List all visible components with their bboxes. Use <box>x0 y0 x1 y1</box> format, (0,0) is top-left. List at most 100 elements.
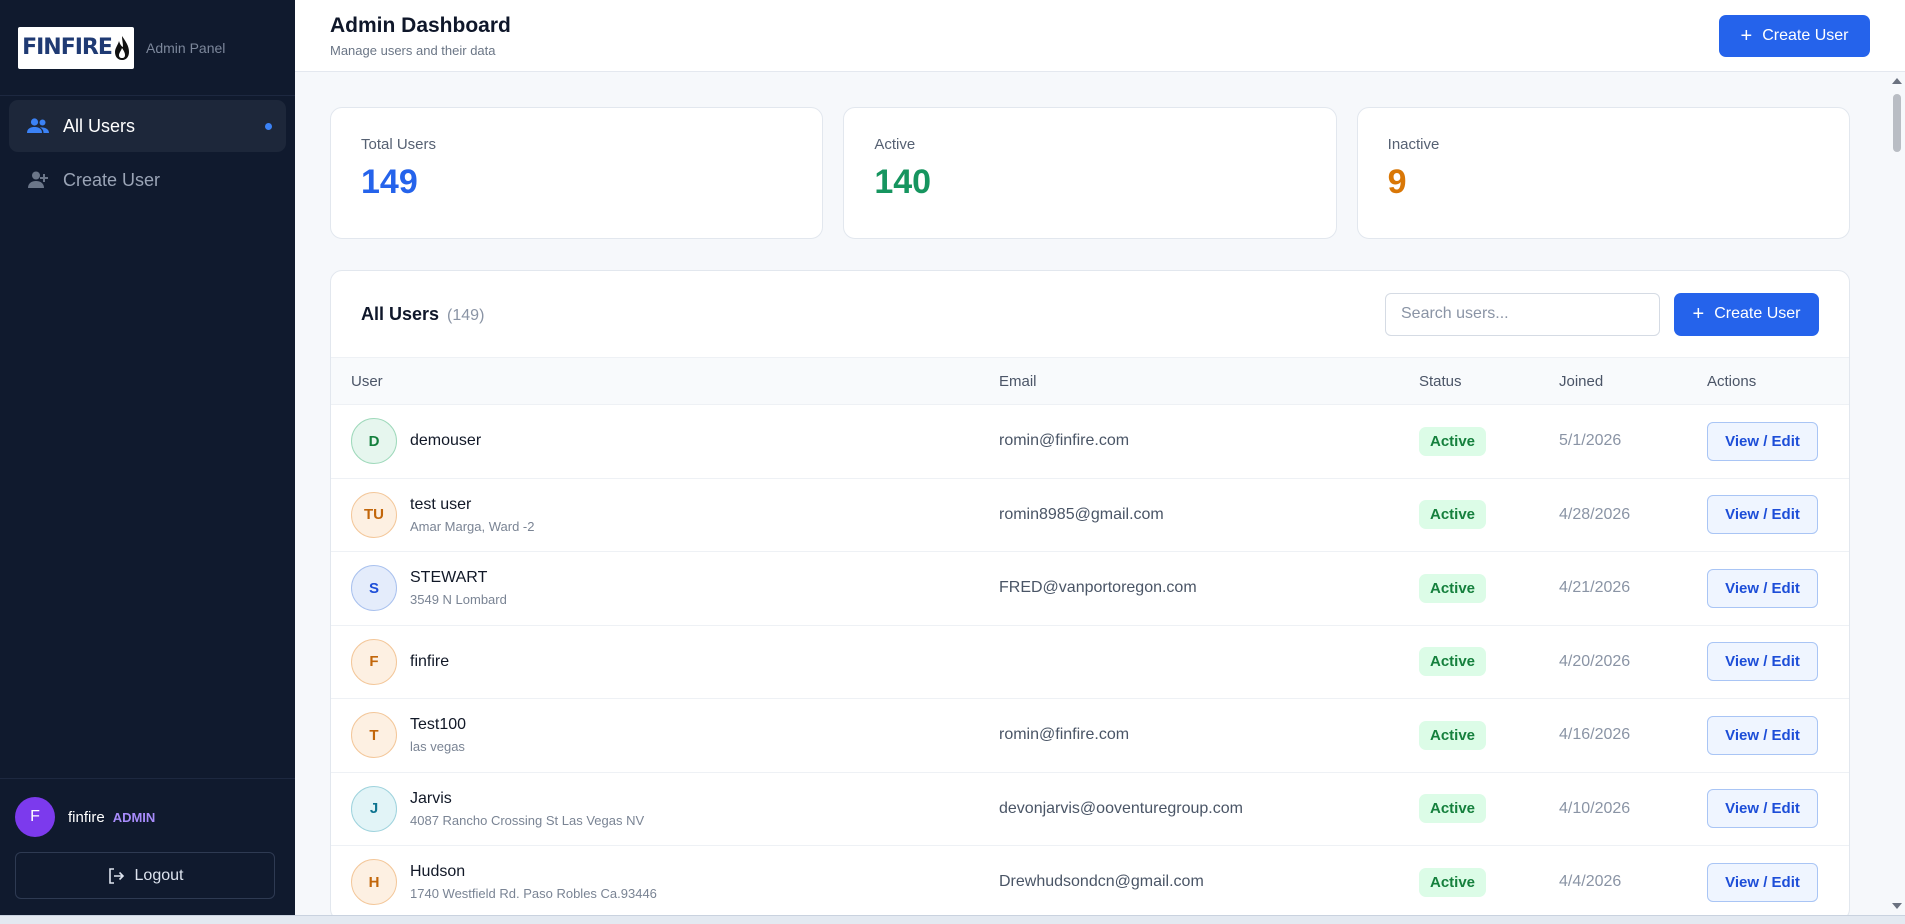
table-row: F finfire Active 4/20/2026 View / Edit <box>331 625 1849 699</box>
table-body: D demouser romin@finfire.com Active 5/1/… <box>331 404 1849 915</box>
brand: FINFIRE Admin Panel <box>0 0 295 96</box>
avatar: F <box>15 797 55 837</box>
content: Total Users 149 Active 140 Inactive 9 Al… <box>330 72 1850 915</box>
plus-icon: + <box>1692 303 1705 325</box>
sidebar-item-label: All Users <box>63 115 136 136</box>
topbar: Admin Dashboard Manage users and their d… <box>295 0 1905 72</box>
user-email: devonjarvis@ooventuregroup.com <box>999 772 1419 846</box>
view-edit-button[interactable]: View / Edit <box>1707 789 1818 829</box>
column-header-joined[interactable]: Joined <box>1559 357 1707 405</box>
view-edit-button[interactable]: View / Edit <box>1707 495 1818 535</box>
active-indicator-dot <box>265 122 272 130</box>
user-address: 1740 Westfield Rd. Paso Robles Ca.93446 <box>410 886 657 902</box>
logout-button[interactable]: Logout <box>15 852 275 899</box>
column-header-status[interactable]: Status <box>1419 357 1559 405</box>
scroll-up-arrow-icon[interactable] <box>1892 78 1902 84</box>
create-user-button[interactable]: + Create User <box>1719 14 1870 57</box>
actions-cell: View / Edit <box>1707 698 1849 773</box>
avatar: F <box>351 638 397 685</box>
avatar: T <box>351 712 397 759</box>
stat-label: Total Users <box>361 136 437 153</box>
column-header-actions: Actions <box>1707 357 1849 405</box>
column-header-user[interactable]: User <box>331 357 999 405</box>
user-text: test user Amar Marga, Ward -2 <box>410 496 535 534</box>
logo[interactable]: FINFIRE <box>18 26 134 69</box>
user-name: STEWART <box>410 569 488 587</box>
user-text: demouser <box>410 432 481 450</box>
avatar: S <box>351 565 397 612</box>
joined-date: 4/10/2026 <box>1559 772 1707 846</box>
user-email: romin@finfire.com <box>999 404 1419 479</box>
user-plus-icon <box>25 169 51 191</box>
status-cell: Active <box>1419 625 1559 699</box>
user-info: S STEWART 3549 N Lombard <box>351 565 999 612</box>
column-header-email[interactable]: Email <box>999 357 1419 405</box>
status-badge: Active <box>1419 794 1487 824</box>
scroll-down-arrow-icon[interactable] <box>1892 903 1902 909</box>
view-edit-button[interactable]: View / Edit <box>1707 715 1818 755</box>
table-row: TU test user Amar Marga, Ward -2 romin89… <box>331 478 1849 552</box>
stat-value: 9 <box>1387 163 1407 201</box>
joined-date: 4/4/2026 <box>1559 845 1707 915</box>
sidebar: FINFIRE Admin Panel All Users Create Use… <box>0 0 295 915</box>
avatar: D <box>351 418 397 465</box>
user-info: D demouser <box>351 418 999 465</box>
user-info: H Hudson 1740 Westfield Rd. Paso Robles … <box>351 859 999 906</box>
sidebar-item-create-user[interactable]: Create User <box>9 154 286 206</box>
status-badge: Active <box>1419 720 1487 750</box>
flame-icon <box>114 35 129 60</box>
logout-label: Logout <box>134 866 184 884</box>
status-cell: Active <box>1419 404 1559 479</box>
status-badge: Active <box>1419 500 1487 530</box>
main-area: Admin Dashboard Manage users and their d… <box>295 0 1905 915</box>
actions-cell: View / Edit <box>1707 772 1849 846</box>
users-icon <box>25 115 51 137</box>
stat-card-active: Active 140 <box>843 107 1337 239</box>
avatar: J <box>351 785 397 832</box>
user-info: J Jarvis 4087 Rancho Crossing St Las Veg… <box>351 785 999 832</box>
logo-wordmark: FINFIRE <box>22 35 130 61</box>
user-cell: TU test user Amar Marga, Ward -2 <box>331 478 999 552</box>
user-email: FRED@vanportoregon.com <box>999 551 1419 626</box>
view-edit-button[interactable]: View / Edit <box>1707 421 1818 461</box>
user-text: STEWART 3549 N Lombard <box>410 569 507 607</box>
user-info: TU test user Amar Marga, Ward -2 <box>351 491 999 538</box>
vertical-scrollbar[interactable] <box>1888 72 1905 915</box>
role-badge: ADMIN <box>112 809 156 825</box>
user-count: (149) <box>447 306 485 324</box>
current-user-name: finfire <box>68 808 105 826</box>
joined-date: 4/20/2026 <box>1559 625 1707 699</box>
sidebar-item-label: Create User <box>63 169 161 190</box>
status-cell: Active <box>1419 478 1559 552</box>
user-name: Jarvis <box>410 789 452 807</box>
user-address: 3549 N Lombard <box>410 592 507 608</box>
current-user: F finfire ADMIN <box>15 797 280 837</box>
view-edit-button[interactable]: View / Edit <box>1707 568 1818 608</box>
sidebar-item-all-users[interactable]: All Users <box>9 100 286 152</box>
user-cell: H Hudson 1740 Westfield Rd. Paso Robles … <box>331 845 999 915</box>
view-edit-button[interactable]: View / Edit <box>1707 642 1818 682</box>
user-text: finfire <box>410 653 449 671</box>
user-name: Hudson <box>410 863 466 881</box>
status-cell: Active <box>1419 845 1559 915</box>
page-subtitle: Manage users and their data <box>330 42 496 58</box>
status-badge: Active <box>1419 867 1487 897</box>
search-input[interactable] <box>1385 292 1660 336</box>
status-cell: Active <box>1419 551 1559 626</box>
create-user-label: Create User <box>1762 26 1849 44</box>
user-text: Test100 las vegas <box>410 716 466 754</box>
table-row: S STEWART 3549 N Lombard FRED@vanportore… <box>331 551 1849 626</box>
user-address: las vegas <box>410 739 465 755</box>
user-info: T Test100 las vegas <box>351 712 999 759</box>
user-name: demouser <box>410 432 482 450</box>
actions-cell: View / Edit <box>1707 625 1849 699</box>
brand-subtitle: Admin Panel <box>146 39 226 56</box>
stat-label: Active <box>874 136 916 153</box>
user-cell: F finfire <box>331 625 999 699</box>
view-edit-button[interactable]: View / Edit <box>1707 862 1818 902</box>
user-cell: T Test100 las vegas <box>331 698 999 773</box>
scroll-thumb[interactable] <box>1893 94 1901 152</box>
user-cell: D demouser <box>331 404 999 479</box>
create-user-button-panel[interactable]: + Create User <box>1674 292 1819 336</box>
joined-date: 4/28/2026 <box>1559 478 1707 552</box>
